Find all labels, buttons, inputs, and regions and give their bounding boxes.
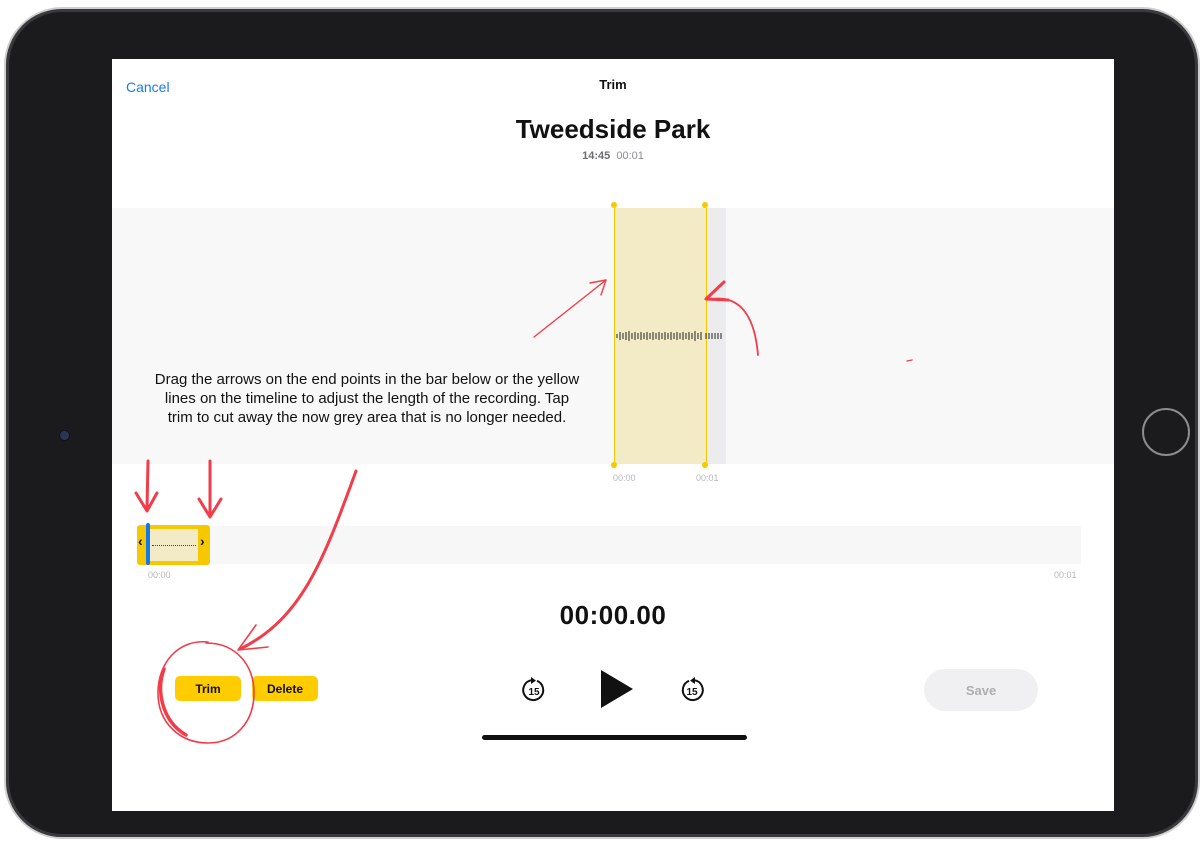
selection-start-bottom-handle[interactable] bbox=[611, 462, 617, 468]
skip-back-15-icon[interactable]: 15 bbox=[520, 676, 548, 704]
playhead[interactable] bbox=[146, 523, 150, 565]
trim-button[interactable]: Trim bbox=[175, 676, 241, 701]
selection-end-top-handle[interactable] bbox=[702, 202, 708, 208]
save-button[interactable]: Save bbox=[924, 669, 1038, 711]
annotation-arrow-down-left bbox=[145, 459, 150, 511]
annotation-arrowhead-down-right bbox=[197, 497, 223, 519]
timeline-left-arrow[interactable]: ‹ bbox=[138, 533, 143, 549]
play-icon[interactable] bbox=[599, 668, 635, 710]
recording-duration: 00:01 bbox=[616, 150, 644, 162]
overview-timeline[interactable] bbox=[137, 526, 1081, 564]
home-indicator bbox=[482, 735, 747, 740]
ipad-frame: Cancel Trim Tweedside Park 14:45 00:01 0… bbox=[4, 7, 1200, 839]
front-camera bbox=[59, 430, 70, 441]
timeline-right-arrow[interactable]: › bbox=[200, 533, 205, 549]
recording-title: Tweedside Park bbox=[515, 114, 711, 144]
waveform-tick-end: 00:01 bbox=[696, 473, 719, 483]
waveform-tick-start: 00:00 bbox=[613, 473, 636, 483]
recording-meta: 14:45 00:01 bbox=[112, 150, 1114, 162]
timeline-start-label: 00:00 bbox=[148, 570, 171, 580]
home-button[interactable] bbox=[1142, 408, 1190, 456]
skip-forward-label: 15 bbox=[686, 687, 698, 698]
playback-timer: 00:00.00 bbox=[559, 600, 667, 630]
nav-title: Trim bbox=[599, 77, 627, 92]
selection-start-top-handle[interactable] bbox=[611, 202, 617, 208]
skip-back-label: 15 bbox=[528, 687, 540, 698]
delete-button[interactable]: Delete bbox=[252, 676, 318, 701]
waveform-bars bbox=[616, 331, 722, 341]
timeline-mini-waveform bbox=[152, 545, 196, 546]
annotation-instruction-text: Drag the arrows on the end points in the… bbox=[154, 371, 580, 426]
annotation-arrowhead-down-left bbox=[134, 491, 159, 513]
skip-forward-15-icon[interactable]: 15 bbox=[678, 676, 706, 704]
recording-time: 14:45 bbox=[582, 150, 611, 162]
selection-end-bottom-handle[interactable] bbox=[702, 462, 708, 468]
timeline-end-label: 00:01 bbox=[1054, 570, 1077, 580]
screen: Cancel Trim Tweedside Park 14:45 00:01 0… bbox=[112, 59, 1114, 811]
